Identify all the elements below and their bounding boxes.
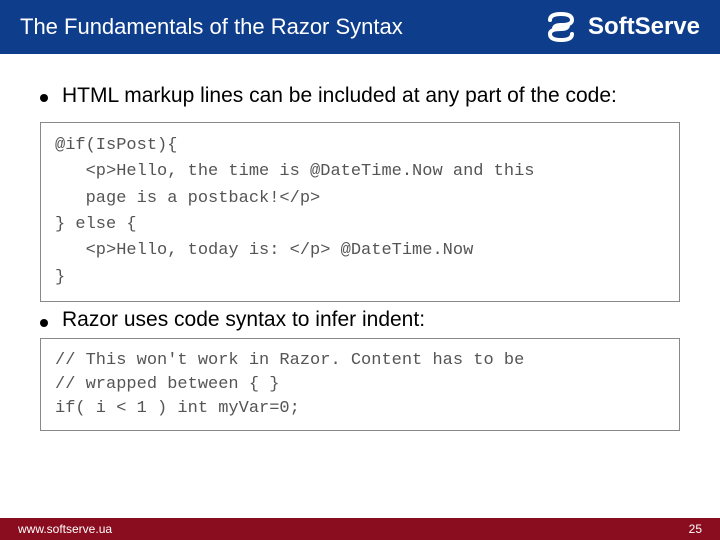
code-block-2: // This won't work in Razor. Content has… (40, 338, 680, 431)
bullet-item: Razor uses code syntax to infer indent: (40, 308, 425, 332)
bullet-item: HTML markup lines can be included at any… (40, 84, 680, 108)
slide-header: The Fundamentals of the Razor Syntax Sof… (0, 0, 720, 54)
bullet-icon (40, 319, 48, 327)
brand-logo-icon (544, 10, 578, 44)
slide-footer: www.softserve.ua 25 (0, 518, 720, 540)
bullet-text: HTML markup lines can be included at any… (62, 84, 617, 108)
bullet-text: Razor uses code syntax to infer indent: (62, 308, 425, 332)
brand-name: SoftServe (588, 13, 700, 41)
slide-content: HTML markup lines can be included at any… (0, 54, 720, 431)
bullet-icon (40, 94, 48, 102)
brand: SoftServe (544, 10, 700, 44)
footer-url: www.softserve.ua (18, 522, 112, 536)
page-number: 25 (689, 522, 702, 536)
code-block-1: @if(IsPost){ <p>Hello, the time is @Date… (40, 122, 680, 302)
slide-title: The Fundamentals of the Razor Syntax (20, 14, 403, 40)
